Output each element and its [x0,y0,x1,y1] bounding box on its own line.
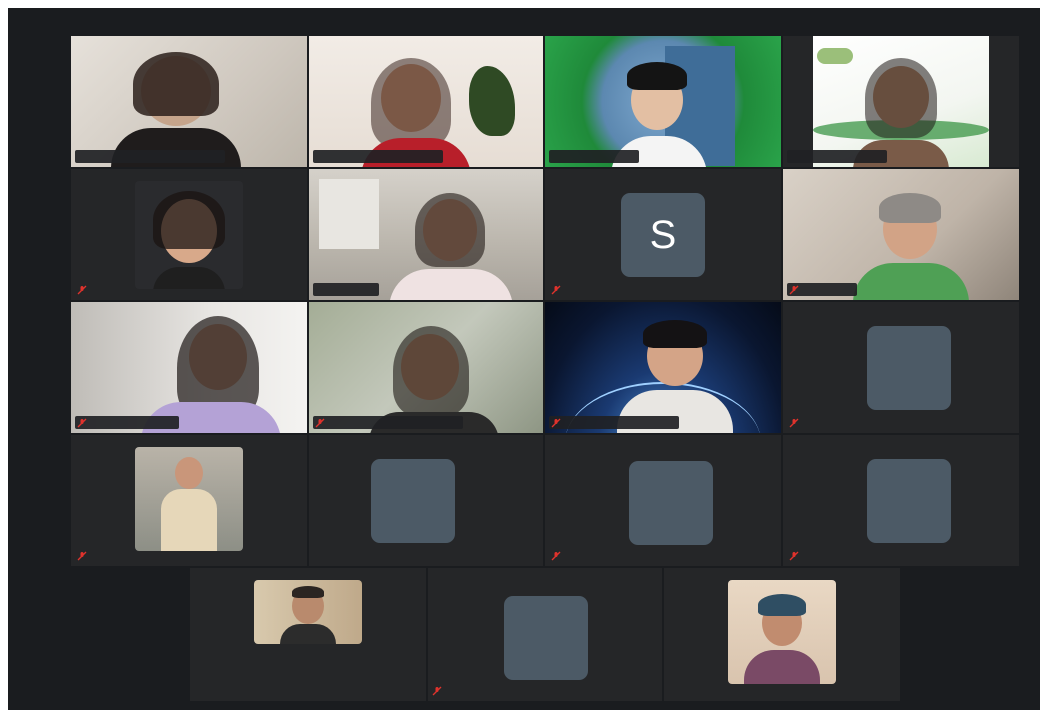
mic-off-icon [789,418,799,428]
participant-video [309,169,543,300]
participant-tile[interactable] [71,36,307,167]
participant-video [309,302,543,433]
person-hair [153,191,225,249]
mic-off-icon [551,418,561,428]
participant-name-bar [787,150,887,163]
person-hair [758,594,806,616]
participant-video [545,302,781,433]
window-background [319,179,379,249]
participant-avatar [867,326,951,410]
person-hair [865,58,937,138]
participant-name-bar [313,150,443,163]
participant-tile[interactable] [545,302,781,433]
plant-decoration [469,66,515,136]
participant-tile[interactable] [783,435,1019,566]
participant-name-bar [549,150,639,163]
participant-tile[interactable] [71,435,307,566]
person-hair [415,193,485,267]
participant-tile[interactable] [545,36,781,167]
profile-photo [254,580,362,644]
participant-video [71,302,307,433]
person-hair [643,320,707,348]
participant-tile[interactable] [71,169,307,300]
person-body [744,650,820,684]
participant-tile[interactable] [309,435,543,566]
person-body [280,624,336,644]
person-hair [371,58,451,148]
person-body [161,489,217,551]
participant-tile[interactable] [309,302,543,433]
mic-off-icon [551,551,561,561]
participant-tile[interactable] [190,568,426,701]
mic-off-icon [789,551,799,561]
mic-off-icon [77,285,87,295]
participant-avatar [629,461,713,545]
profile-photo [135,181,243,289]
person-body [853,263,969,300]
participant-video [71,36,307,167]
person-body [389,269,513,300]
mic-off-icon [315,418,325,428]
participant-video [783,169,1019,300]
participant-tile[interactable] [783,36,1019,167]
participant-name-bar [549,416,679,429]
participant-tile-active-speaker[interactable] [309,36,543,167]
participant-tile[interactable]: S [545,169,781,300]
participant-video [309,36,543,167]
mic-off-icon [551,285,561,295]
profile-photo [728,580,836,684]
profile-photo [135,447,243,551]
participant-name-bar [313,283,379,296]
mic-off-icon [77,418,87,428]
video-call-stage: S [8,8,1040,710]
person-hair [292,586,324,598]
participant-tile[interactable] [309,169,543,300]
participant-avatar [867,459,951,543]
participant-tile[interactable] [783,169,1019,300]
mic-off-icon [432,686,442,696]
participant-video [545,36,781,167]
person-body [153,267,225,289]
participant-avatar [371,459,455,543]
person-face [175,457,203,489]
participant-name-bar [313,416,463,429]
participant-video [813,36,989,167]
participant-name-bar [75,416,179,429]
participant-grid: S [8,8,1040,710]
person-hair [133,52,219,116]
mic-off-icon [77,551,87,561]
participant-avatar: S [621,193,705,277]
participant-tile[interactable] [71,302,307,433]
participant-tile[interactable] [664,568,900,701]
person-hair [393,326,469,416]
banner-logos [817,48,853,64]
participant-tile[interactable] [783,302,1019,433]
person-hair [879,193,941,223]
participant-tile[interactable] [545,435,781,566]
mic-off-icon [789,285,799,295]
person-hair [627,62,687,90]
participant-tile[interactable] [428,568,662,701]
participant-avatar [504,596,588,680]
participant-name-bar [75,150,225,163]
